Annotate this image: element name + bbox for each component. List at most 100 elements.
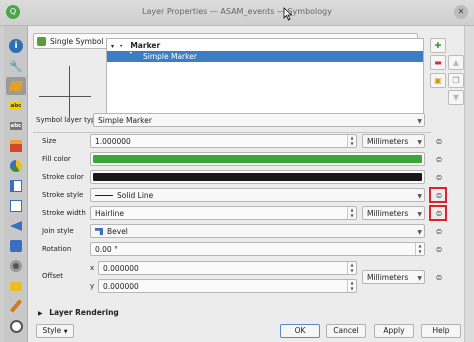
help-button[interactable]: Help — [421, 324, 461, 338]
stroke-width-unit-dropdown[interactable]: Millimeters ▼ — [362, 206, 425, 220]
size-unit-dropdown[interactable]: Millimeters ▼ — [362, 134, 425, 148]
chevron-down-icon: ▼ — [417, 118, 422, 125]
rotation-data-defined-button[interactable]: ⊜ — [432, 243, 446, 255]
stroke-width-input[interactable]: Hairline ▲ ▼ — [90, 206, 357, 220]
data-defined-override-icon: ⊜ — [435, 272, 443, 282]
fill-color-button[interactable] — [90, 152, 425, 166]
offset-unit-dropdown[interactable]: Millimeters ▼ — [362, 270, 425, 284]
style-menu-button[interactable]: Style ▼ — [36, 324, 74, 338]
close-window-button[interactable]: ✕ — [454, 5, 468, 19]
size-spinner[interactable]: ▲ ▼ — [347, 135, 356, 147]
stroke-style-dropdown[interactable]: Solid Line ▼ — [90, 188, 425, 202]
move-down-button[interactable]: ▼ — [448, 90, 464, 105]
expand-arrow-icon: ▾ — [111, 43, 115, 50]
joins-icon — [10, 221, 22, 231]
form-icon — [10, 200, 22, 212]
rotation-label: Rotation — [42, 245, 72, 253]
pie-chart-icon — [10, 160, 22, 172]
simple-marker-bullet-icon: • — [129, 50, 133, 57]
size-input[interactable]: 1.000000 ▲ ▼ — [90, 134, 357, 148]
symbol-layer-tree[interactable]: ▾ • Marker • Simple Marker — [106, 38, 424, 118]
offset-x-input[interactable]: 0.000000 ▲ ▼ — [98, 261, 357, 275]
sidebar-item-information[interactable]: i — [6, 37, 26, 55]
rotation-spinner[interactable]: ▲ ▼ — [415, 243, 424, 255]
chevron-down-icon: ▼ — [417, 229, 422, 236]
offset-y-spinner[interactable]: ▲ ▼ — [347, 280, 356, 292]
expand-right-icon: ▶ — [38, 310, 43, 317]
stroke-color-button[interactable] — [90, 170, 425, 184]
stroke-style-data-defined-button[interactable]: ⊜ — [432, 189, 446, 201]
sidebar-item-temporal[interactable] — [6, 317, 26, 335]
offset-data-defined-button[interactable]: ⊜ — [432, 271, 446, 283]
database-icon — [10, 240, 22, 252]
sidebar-item-masks[interactable]: abc — [6, 117, 26, 135]
ok-button-label: OK — [294, 326, 306, 335]
style-button-label: Style — [42, 326, 62, 335]
chevron-down-icon: ▼ — [417, 193, 422, 200]
fill-color-swatch — [93, 155, 422, 163]
sidebar-item-symbology[interactable] — [6, 77, 26, 95]
offset-x-label: x — [90, 264, 95, 272]
sidebar-item-diagrams[interactable] — [6, 157, 26, 175]
offset-x-spinner[interactable]: ▲ ▼ — [347, 262, 356, 274]
sidebar-item-rendering[interactable] — [6, 297, 26, 315]
data-defined-override-icon: ⊜ — [435, 244, 443, 254]
offset-y-value: 0.000000 — [103, 282, 139, 291]
tree-item-marker[interactable]: ▾ • Marker — [111, 41, 411, 51]
symbol-layer-type-dropdown[interactable]: Simple Marker ▼ — [93, 113, 425, 127]
sidebar-item-3d-view[interactable] — [6, 137, 26, 155]
arrow-down-icon: ▼ — [452, 93, 460, 102]
offset-y-label: y — [90, 282, 95, 290]
chevron-down-icon: ▼ — [417, 211, 422, 218]
offset-label: Offset — [42, 272, 64, 280]
chevron-down-icon: ▼ — [417, 275, 422, 282]
remove-symbol-layer-button[interactable]: ▬ — [430, 55, 446, 70]
window-titlebar: Q Layer Properties — ASAM_events — Symbo… — [0, 0, 474, 26]
sidebar-item-joins[interactable] — [6, 217, 26, 235]
offset-y-input[interactable]: 0.000000 ▲ ▼ — [98, 279, 357, 293]
join-style-dropdown[interactable]: Bevel ▼ — [90, 224, 425, 238]
sidebar-item-attributes-form[interactable] — [6, 197, 26, 215]
fill-color-data-defined-button[interactable]: ⊜ — [432, 153, 446, 165]
rotation-input[interactable]: 0.00 ° ▲ ▼ — [90, 242, 425, 256]
stroke-width-spinner[interactable]: ▲ ▼ — [347, 207, 356, 219]
duplicate-layer-button[interactable]: ❐ — [448, 73, 464, 88]
layer-rendering-section[interactable]: ▶ Layer Rendering — [38, 308, 119, 317]
paintbrush-icon — [8, 81, 24, 91]
symbology-panel: Single Symbol ▼ ▾ • Marker • Simple Mark… — [28, 26, 464, 342]
ok-button[interactable]: OK — [280, 324, 320, 338]
preview-crosshair-vertical — [69, 66, 70, 118]
sidebar-item-source[interactable]: 🔧 — [6, 57, 26, 75]
sidebar-item-fields[interactable] — [6, 177, 26, 195]
size-data-defined-button[interactable]: ⊜ — [432, 135, 446, 147]
info-icon: i — [9, 39, 23, 53]
apply-button-label: Apply — [383, 326, 405, 335]
arrow-up-icon: ▲ — [452, 58, 460, 67]
sidebar-item-actions[interactable] — [6, 257, 26, 275]
chevron-down-icon: ▼ — [417, 139, 422, 146]
cancel-button[interactable]: Cancel — [326, 324, 366, 338]
sidebar-item-display[interactable] — [6, 277, 26, 295]
gear-icon — [10, 260, 22, 272]
join-style-data-defined-button[interactable]: ⊜ — [432, 225, 446, 237]
apply-button[interactable]: Apply — [374, 324, 414, 338]
data-defined-override-icon: ⊜ — [435, 154, 443, 164]
add-symbol-layer-button[interactable]: ✚ — [430, 38, 446, 53]
tree-item-simple-marker[interactable]: • Simple Marker — [107, 50, 423, 62]
single-symbol-icon — [37, 37, 46, 46]
window-title: Layer Properties — ASAM_events — Symbolo… — [142, 7, 332, 16]
chevron-down-icon: ▼ — [63, 329, 68, 335]
add-icon: ✚ — [434, 41, 442, 50]
move-up-button[interactable]: ▲ — [448, 55, 464, 70]
fill-color-label: Fill color — [42, 155, 71, 163]
stroke-color-data-defined-button[interactable]: ⊜ — [432, 171, 446, 183]
preview-crosshair-horizontal — [39, 96, 91, 97]
sidebar-item-auxiliary-storage[interactable] — [6, 237, 26, 255]
cancel-button-label: Cancel — [333, 326, 359, 335]
brush-icon — [9, 299, 23, 313]
stroke-width-data-defined-button[interactable]: ⊜ — [432, 207, 446, 219]
masks-icon: abc — [9, 122, 23, 130]
sidebar-item-labels[interactable]: abc — [6, 97, 26, 115]
lock-layer-button[interactable]: ▣ — [430, 73, 446, 88]
wrench-icon: 🔧 — [9, 59, 23, 73]
